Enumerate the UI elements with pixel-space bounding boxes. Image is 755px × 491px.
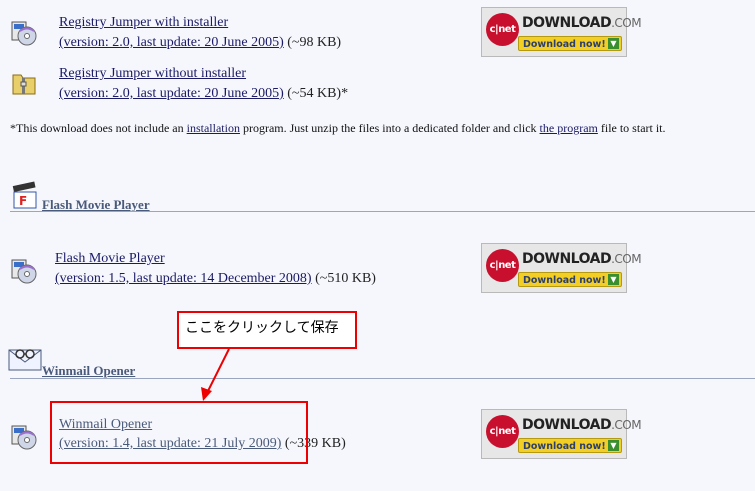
download-arrow-icon: ▼ xyxy=(608,440,619,451)
cnet-logo: c|net xyxy=(486,415,519,448)
installer-cd-icon xyxy=(10,420,38,452)
download-com-brand: DOWNLOAD.COM xyxy=(522,15,642,31)
cnet-download-badge[interactable]: c|net DOWNLOAD.COM Download now! ▼ xyxy=(481,7,642,57)
installer-cd-icon xyxy=(10,254,38,286)
item-version-link[interactable]: (version: 2.0, last update: 20 June 2005… xyxy=(59,35,284,50)
download-now-button[interactable]: Download now! ▼ xyxy=(518,36,622,51)
item-size: (~510 KB) xyxy=(311,271,376,286)
cnet-download-badge[interactable]: c|net DOWNLOAD.COM Download now! ▼ xyxy=(481,243,642,293)
svg-text:F: F xyxy=(19,194,27,208)
section-title-winmail: Winmail Opener xyxy=(42,363,136,378)
item-version-row: (version: 2.0, last update: 20 June 2005… xyxy=(59,35,341,51)
cnet-logo: c|net xyxy=(486,249,519,282)
item-version-link[interactable]: (version: 2.0, last update: 20 June 2005… xyxy=(59,86,284,101)
item-version-row: (version: 1.5, last update: 14 December … xyxy=(55,271,376,287)
item-version-link[interactable]: (version: 1.5, last update: 14 December … xyxy=(55,271,312,286)
annotation-callout: ここをクリックして保存 xyxy=(177,311,357,349)
highlight-box xyxy=(50,401,308,464)
envelope-glasses-icon xyxy=(8,346,42,372)
download-now-button[interactable]: Download now! ▼ xyxy=(518,272,622,287)
item-title-link[interactable]: Flash Movie Player xyxy=(55,251,165,267)
download-arrow-icon: ▼ xyxy=(608,38,619,49)
cnet-logo: c|net xyxy=(486,13,519,46)
zip-folder-icon xyxy=(10,67,38,99)
item-title-link[interactable]: Registry Jumper with installer xyxy=(59,15,228,31)
item-size: (~54 KB)* xyxy=(283,86,349,101)
item-size: (~98 KB) xyxy=(283,35,342,50)
section-divider xyxy=(10,378,755,379)
installer-cd-icon xyxy=(10,16,38,48)
download-com-brand: DOWNLOAD.COM xyxy=(522,251,642,267)
installation-link[interactable]: installation xyxy=(187,121,240,135)
flash-clapper-icon: F xyxy=(12,180,40,210)
download-arrow-icon: ▼ xyxy=(608,274,619,285)
annotation-arrow xyxy=(201,348,230,401)
section-divider xyxy=(10,211,755,212)
download-com-brand: DOWNLOAD.COM xyxy=(522,417,642,433)
item-title-link[interactable]: Registry Jumper without installer xyxy=(59,66,246,82)
cnet-download-badge[interactable]: c|net DOWNLOAD.COM Download now! ▼ xyxy=(481,409,642,459)
the-program-link[interactable]: the program xyxy=(540,121,598,135)
download-now-button[interactable]: Download now! ▼ xyxy=(518,438,622,453)
item-version-row: (version: 2.0, last update: 20 June 2005… xyxy=(59,86,348,102)
download-note: *This download does not include an insta… xyxy=(10,121,666,135)
